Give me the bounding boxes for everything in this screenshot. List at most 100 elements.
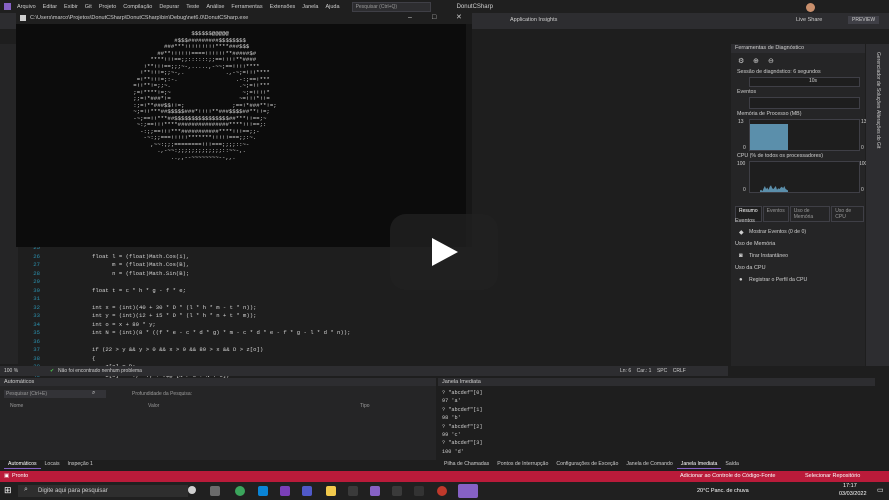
column-name[interactable]: Nome [10, 403, 23, 409]
zoom-out-icon[interactable]: ⊖ [768, 57, 774, 65]
menu-ferramentas[interactable]: Ferramentas [231, 4, 262, 10]
file-explorer-icon[interactable] [326, 486, 336, 496]
column-type[interactable]: Tipo [360, 403, 370, 409]
code-line[interactable]: 34 int o = x + 80 * y; [18, 321, 156, 330]
tab-uso-cpu[interactable]: Uso de CPU [831, 206, 864, 222]
immediate-window[interactable]: Janela Imediata ? "abcdef"[0] 97 'a' ? "… [438, 378, 875, 460]
taskbar-search-input[interactable]: Digite aqui para pesquisar [18, 485, 188, 497]
zoom-in-icon[interactable]: ⊕ [753, 57, 759, 65]
right-tab-strip: Gerenciador de Soluções Alterações do Gi… [866, 44, 889, 366]
menu-git[interactable]: Git [85, 4, 92, 10]
avatar[interactable] [806, 3, 815, 12]
cortana-icon[interactable] [188, 486, 196, 494]
chrome-icon[interactable] [235, 486, 245, 496]
autos-panel: Automáticos Pesquisar (Ctrl+E) ⌕ Profund… [0, 378, 436, 460]
tab-call-stack[interactable]: Pilha de Chamadas [440, 460, 493, 469]
menu-extensoes[interactable]: Extensões [270, 4, 296, 10]
minimize-icon[interactable]: – [408, 12, 412, 24]
settings-icon[interactable]: ⚙ [738, 57, 744, 65]
code-line[interactable]: 37 if (22 > y && y > 0 && x > 0 && 80 > x… [18, 346, 263, 355]
code-line[interactable]: 29 [18, 278, 92, 287]
taskbar-search-icon: ⌕ [24, 486, 28, 493]
solution-explorer-tab[interactable]: Gerenciador de Soluções [875, 52, 881, 108]
record-app-icon[interactable] [437, 486, 447, 496]
menu-teste[interactable]: Teste [186, 4, 199, 10]
video-play-button[interactable] [390, 214, 498, 290]
tab-inspecao[interactable]: Inspeção 1 [64, 460, 97, 469]
code-line[interactable]: 38 { [18, 355, 95, 364]
timeline-ruler[interactable] [749, 77, 860, 87]
windows-start-icon[interactable]: ⊞ [4, 485, 12, 496]
memory-graph[interactable] [749, 119, 860, 151]
code-line[interactable]: 26 float l = (float)Math.Cos(i), [18, 253, 189, 262]
menu-projeto[interactable]: Projeto [99, 4, 116, 10]
clock-date[interactable]: 03/03/2022 [839, 491, 867, 497]
code-line[interactable]: 30 float t = c * h * g - f * e; [18, 287, 186, 296]
onenote-icon[interactable] [280, 486, 290, 496]
code-line[interactable]: 36 [18, 338, 92, 347]
add-source-control-button[interactable]: Adicionar ao Controle do Código-Fonte [680, 473, 775, 479]
code-line[interactable]: 28 n = (float)Math.Sin(B); [18, 270, 189, 279]
menu-depurar[interactable]: Depurar [159, 4, 179, 10]
tab-eventos[interactable]: Eventos [762, 206, 789, 222]
terminal-icon[interactable] [392, 486, 402, 496]
menu-compilacao[interactable]: Compilação [123, 4, 152, 10]
take-snapshot-button[interactable]: Tirar Instantâneo [749, 253, 788, 259]
code-text: if (22 > y && y > 0 && x > 0 && 80 > x &… [92, 346, 264, 353]
tab-output[interactable]: Saída [721, 460, 743, 469]
weather-info[interactable]: 20°C Panc. de chuva [697, 488, 749, 494]
autos-search-input[interactable]: Pesquisar (Ctrl+E) [4, 390, 106, 398]
menu-ajuda[interactable]: Ajuda [325, 4, 339, 10]
edge-icon[interactable] [258, 486, 268, 496]
show-events-link[interactable]: Mostrar Eventos (0 de 0) [749, 229, 806, 235]
search-input[interactable]: Pesquisar (Ctrl+Q) [351, 1, 431, 12]
store-icon[interactable] [348, 486, 358, 496]
clock-time[interactable]: 17:17 [843, 483, 857, 489]
line-number: 27 [33, 261, 40, 268]
notification-icon[interactable]: ▭ [877, 486, 884, 494]
tab-breakpoints[interactable]: Pontos de Interrupção [493, 460, 552, 469]
tab-immediate-window[interactable]: Janela Imediata [676, 460, 722, 469]
tab-locais[interactable]: Locais [41, 460, 64, 469]
menu-arquivo[interactable]: Arquivo [17, 4, 36, 10]
task-view-icon[interactable] [210, 486, 220, 496]
code-line[interactable]: 33 int y = (int)(12 + 15 * D * (l * h * n… [18, 312, 256, 321]
maximize-icon[interactable]: □ [432, 12, 436, 24]
active-vs-window-icon[interactable] [458, 484, 478, 498]
cpu-graph[interactable] [749, 161, 860, 193]
code-line[interactable]: 27 m = (float)Math.Cos(B), [18, 261, 189, 270]
console-titlebar[interactable]: C:\Users\marco\Projetos\DonutCSharp\Donu… [16, 12, 472, 24]
console-window[interactable]: C:\Users\marco\Projetos\DonutCSharp\Donu… [16, 12, 472, 247]
live-share-button[interactable]: Live Share [796, 17, 822, 23]
code-line[interactable]: 35 int N = (int)(8 * ((f * e - c * d * g)… [18, 329, 350, 338]
code-line[interactable]: 32 int x = (int)(40 + 30 * D * (l * h * m… [18, 304, 256, 313]
tab-exception-settings[interactable]: Configurações de Exceção [552, 460, 622, 469]
console-title: C:\Users\marco\Projetos\DonutCSharp\Donu… [30, 15, 249, 21]
tab-uso-memoria[interactable]: Uso de Memória [789, 206, 831, 222]
teams-icon[interactable] [302, 486, 312, 496]
events-track[interactable] [749, 97, 860, 109]
zoom-level[interactable]: 100 % [4, 368, 18, 374]
visual-studio-icon[interactable] [370, 486, 380, 496]
menu-editar[interactable]: Editar [43, 4, 57, 10]
code-text: n = (float)Math.Sin(B); [92, 269, 190, 277]
code-line[interactable]: 31 [18, 295, 92, 304]
menu-janela[interactable]: Janela [302, 4, 318, 10]
tab-command-window[interactable]: Janela de Comando [622, 460, 676, 469]
column-value[interactable]: Valor [148, 403, 159, 409]
close-icon[interactable]: ✕ [456, 12, 462, 24]
application-insights-button[interactable]: Application Insights [510, 17, 557, 23]
menu-analise[interactable]: Análise [206, 4, 224, 10]
code-editor[interactable]: 25 26 float l = (float)Math.Cos(i), 27 m = … [18, 240, 728, 379]
record-cpu-profile-button[interactable]: Registrar o Perfil da CPU [749, 277, 807, 283]
tab-automaticos[interactable]: Automáticos [4, 460, 41, 469]
immediate-window-title: Janela Imediata [438, 378, 875, 386]
git-changes-tab[interactable]: Alterações do Git [875, 110, 881, 148]
cpu-label: CPU (% de todos os processadores) [737, 153, 823, 159]
select-repository-button[interactable]: Selecionar Repositório [805, 473, 860, 479]
preview-badge[interactable]: PREVIEW [848, 16, 880, 24]
search-icon[interactable]: ⌕ [92, 390, 95, 397]
menu-exibir[interactable]: Exibir [64, 4, 78, 10]
issues-text[interactable]: Não foi encontrado nenhum problema [58, 368, 142, 374]
settings-taskbar-icon[interactable] [414, 486, 424, 496]
